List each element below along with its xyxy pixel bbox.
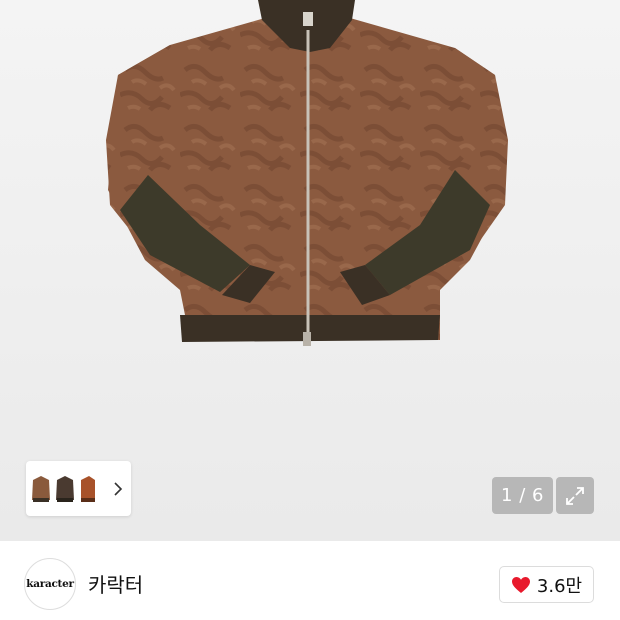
thumbnail-1[interactable]	[30, 465, 52, 512]
product-image	[106, 0, 508, 346]
seller-avatar[interactable]: karacter	[24, 558, 76, 610]
like-count: 3.6만	[536, 575, 583, 597]
seller-name[interactable]: 카락터	[88, 569, 143, 598]
expand-button[interactable]	[556, 477, 594, 514]
thumbnail-3[interactable]	[78, 465, 100, 512]
thumbnail-2[interactable]	[54, 465, 76, 512]
thumbnail-strip	[26, 461, 131, 516]
chevron-right-icon[interactable]	[110, 481, 126, 497]
like-button[interactable]: 3.6만	[499, 566, 594, 603]
page-counter: 1 / 6	[492, 477, 553, 514]
product-image-gallery[interactable]: 1 / 6	[0, 0, 620, 541]
heart-icon	[511, 576, 530, 593]
expand-icon	[566, 486, 584, 505]
seller-avatar-logo: karacter	[26, 578, 74, 590]
